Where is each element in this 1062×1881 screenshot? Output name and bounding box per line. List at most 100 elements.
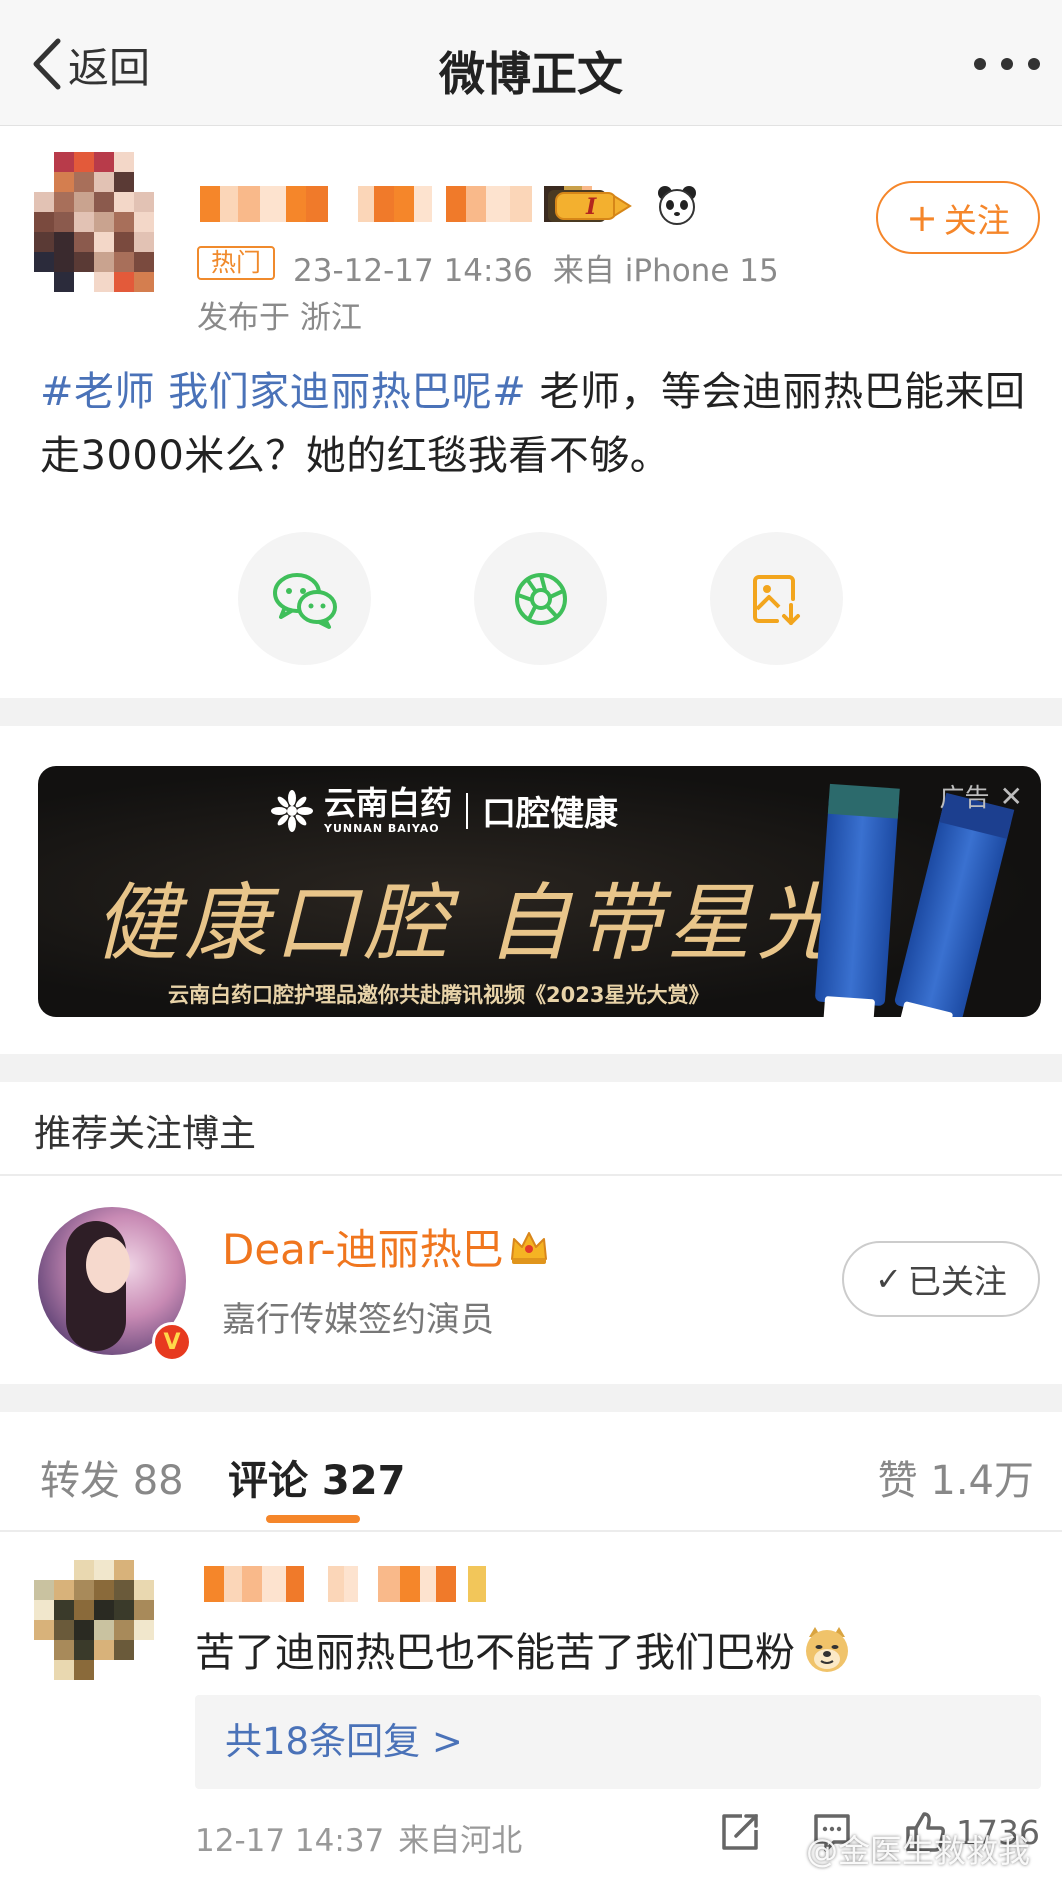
mosaic-pixel [34,252,54,272]
active-tab-indicator [266,1515,360,1523]
ad-brand-line: 口腔健康 [482,794,619,834]
mosaic-pixel [358,186,374,222]
mosaic-pixel [134,152,154,172]
tab-repost[interactable]: 转发 88 [40,1448,184,1506]
commenter-avatar[interactable] [34,1560,156,1682]
more-options-icon[interactable] [974,50,1040,78]
mosaic-pixel [74,272,94,292]
divider [0,1174,1062,1176]
mosaic-pixel [54,232,74,252]
mosaic-pixel [34,1560,54,1580]
lotus-logo-icon [271,789,313,832]
mosaic-pixel [134,172,154,192]
view-replies-link[interactable]: 共18条回复 > [195,1695,1041,1789]
post-time: 23-12-17 14:36 [293,253,533,289]
mosaic-pixel [432,186,446,222]
comment-body: 苦了迪丽热巴也不能苦了我们巴粉 [195,1630,795,1676]
mosaic-pixel [54,1660,74,1680]
mosaic-pixel [394,186,414,222]
mosaic-pixel [304,1566,328,1602]
mosaic-pixel [74,1620,94,1640]
mosaic-pixel [114,192,134,212]
svg-text:I: I [585,194,597,220]
mosaic-pixel [34,152,54,172]
tab-comment[interactable]: 评论 327 [228,1448,405,1506]
mosaic-pixel [114,1600,134,1620]
mosaic-pixel [134,1660,154,1680]
post-hashtag[interactable]: #老师 我们家迪丽热巴呢# [40,369,526,415]
ad-label: 广告 [939,783,990,812]
mosaic-pixel [414,186,432,222]
crown-icon [510,1231,547,1264]
mosaic-pixel [34,272,54,292]
mosaic-pixel [54,192,74,212]
share-wechat-button[interactable] [238,532,371,665]
commenter-name-redacted[interactable] [204,1566,486,1602]
comment-time: 12-17 14:37 [195,1823,385,1859]
ad-brand: 云南白药 YUNNAN BAIYAO 口腔健康 [270,786,618,835]
recommend-name-text: Dear-迪丽热巴 [222,1225,504,1274]
verified-badge-icon: V [152,1322,192,1362]
poster-name-redacted[interactable] [200,186,592,222]
mosaic-pixel [94,1660,114,1680]
poster-avatar[interactable] [34,152,154,292]
follow-label: 关注 [943,200,1010,240]
mosaic-pixel [114,252,134,272]
ad-banner[interactable]: 云南白药 YUNNAN BAIYAO 口腔健康 健康口腔 自带星光 云南白药口腔… [38,766,1041,1017]
mosaic-pixel [306,186,328,222]
toothpaste-tube-image [814,783,900,1017]
close-icon: ✕ [999,779,1023,813]
mosaic-pixel [74,192,94,212]
mosaic-pixel [114,1660,134,1680]
mosaic-pixel [54,272,74,292]
post-source: 来自 iPhone 15 [552,253,779,289]
mosaic-pixel [114,1560,134,1580]
post-meta: 23-12-17 14:36 来自 iPhone 15 [293,245,779,290]
ad-close-button[interactable]: 广告 ✕ [940,778,1023,814]
mosaic-pixel [114,232,134,252]
mosaic-pixel [134,252,154,272]
mosaic-pixel [94,172,114,192]
mosaic-pixel [114,1640,134,1660]
mosaic-pixel [34,212,54,232]
mosaic-pixel [114,152,134,172]
share-comment-button[interactable] [718,1810,762,1854]
mosaic-pixel [224,1566,242,1602]
follow-button[interactable]: + 关注 [876,181,1040,254]
section-divider [0,698,1062,726]
post-text: #老师 我们家迪丽热巴呢# 老师，等会迪丽热巴能来回走3000米么？她的红毯我看… [40,360,1030,488]
comment-location: 来自河北 [398,1823,523,1859]
mosaic-pixel [74,232,94,252]
mosaic-pixel [242,1566,262,1602]
mosaic-pixel [34,1600,54,1620]
ad-brand-cn: 云南白药 [324,784,453,822]
mosaic-pixel [34,232,54,252]
interaction-tabs: 转发 88 评论 327 赞 1.4万 [0,1412,1062,1532]
mosaic-pixel [74,152,94,172]
followed-button[interactable]: ✓ 已关注 [842,1241,1040,1317]
share-row [238,532,843,665]
mosaic-pixel [94,192,114,212]
mosaic-pixel [328,1566,344,1602]
recommend-name[interactable]: Dear-迪丽热巴 [222,1216,550,1277]
mosaic-pixel [94,232,114,252]
page-title: 微博正文 [439,47,623,101]
mosaic-pixel [54,172,74,192]
share-moments-button[interactable] [474,532,607,665]
tab-like[interactable]: 赞 1.4万 [878,1448,1034,1506]
mosaic-pixel [74,172,94,192]
mosaic-pixel [74,1640,94,1660]
plus-icon: + [906,195,938,240]
mosaic-pixel [54,1620,74,1640]
mosaic-pixel [358,1566,378,1602]
mosaic-pixel [468,1566,486,1602]
mosaic-pixel [74,252,94,272]
save-image-button[interactable] [710,532,843,665]
level-badge-icon: I [548,190,632,222]
mosaic-pixel [420,1566,436,1602]
ad-subtitle: 云南白药口腔护理品邀你共赴腾讯视频《2023星光大赏》 [168,983,710,1007]
section-divider [0,1054,1062,1082]
mosaic-pixel [34,1660,54,1680]
mosaic-pixel [456,1566,468,1602]
hot-tag: 热门 [197,246,275,280]
